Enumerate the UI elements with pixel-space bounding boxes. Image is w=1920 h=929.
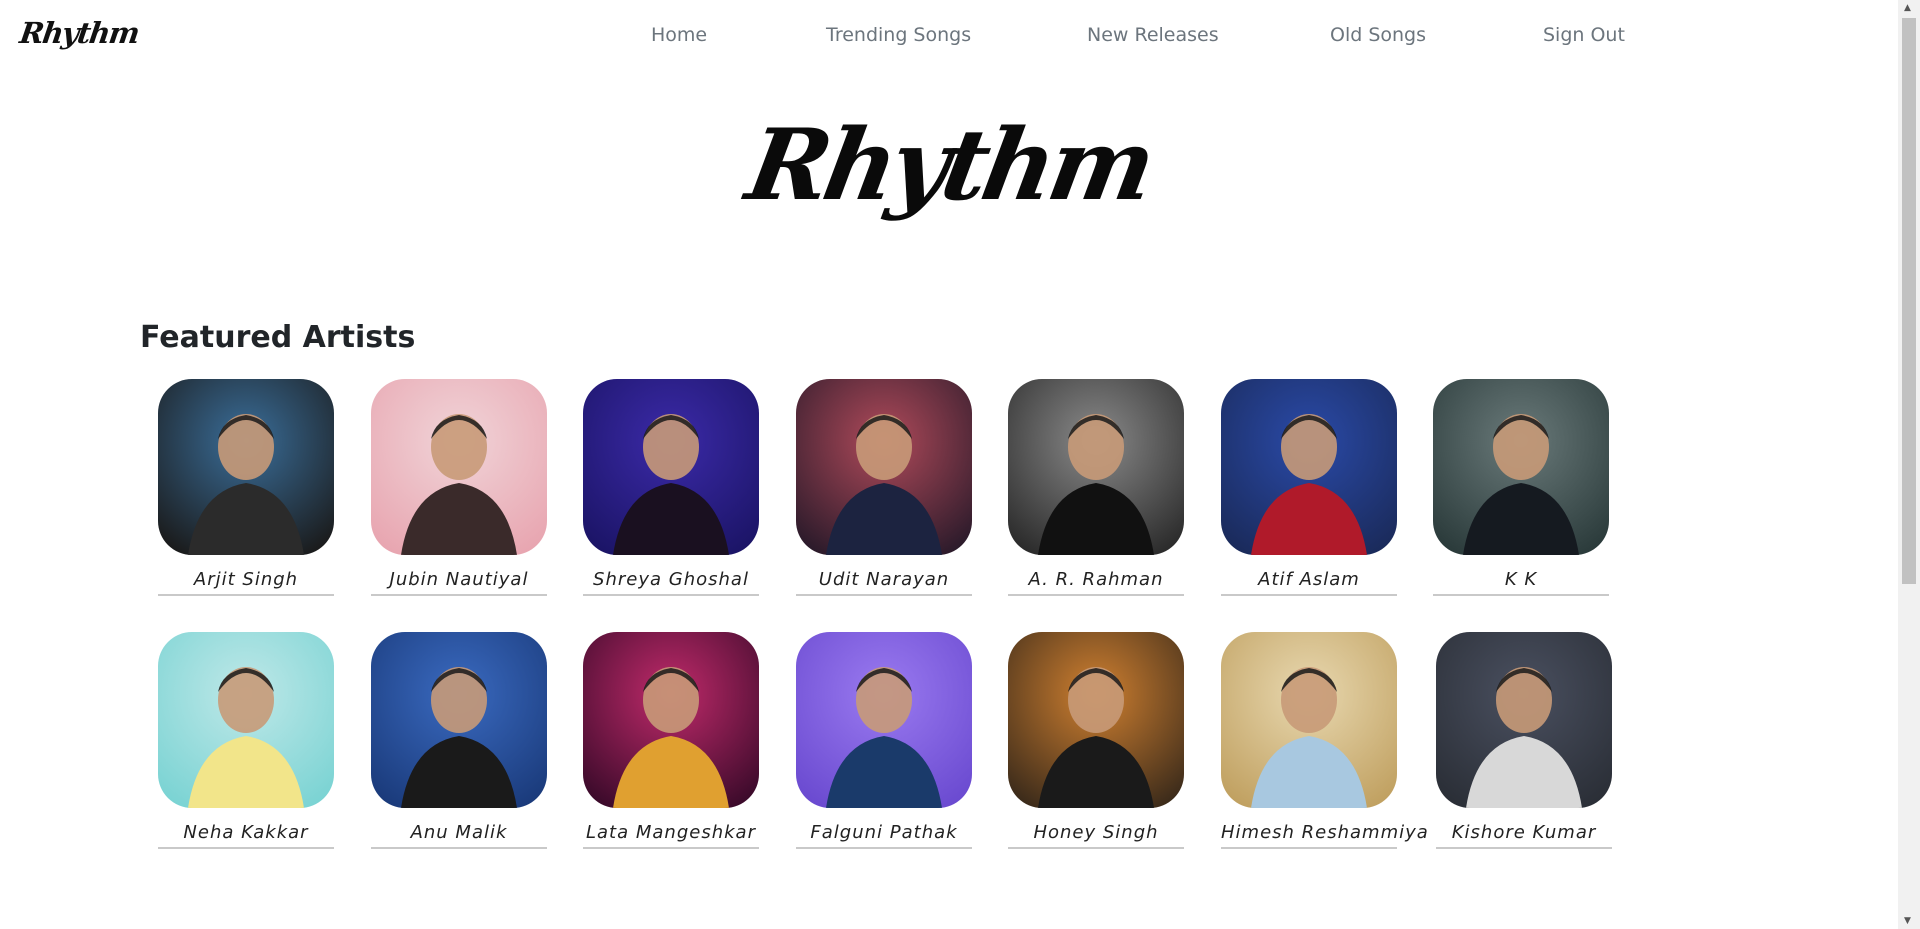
artist-name[interactable]: Himesh Reshammiya (1221, 822, 1428, 849)
artist-card[interactable]: Atif Aslam (1221, 379, 1397, 596)
artist-name[interactable]: Udit Narayan (796, 569, 972, 596)
artist-photo[interactable] (583, 379, 759, 555)
artist-card[interactable]: Honey Singh (1008, 632, 1184, 849)
artist-card[interactable]: Lata Mangeshkar (583, 632, 759, 849)
artist-photo[interactable] (1221, 632, 1397, 808)
artist-card[interactable]: K K (1433, 379, 1609, 596)
artist-photo[interactable] (371, 379, 547, 555)
artist-name[interactable]: Anu Malik (371, 822, 547, 849)
artist-card[interactable]: Udit Narayan (796, 379, 972, 596)
artist-name[interactable]: Honey Singh (1008, 822, 1184, 849)
artist-card[interactable]: Kishore Kumar (1436, 632, 1612, 849)
artist-name[interactable]: K K (1433, 569, 1609, 596)
artist-name[interactable]: Shreya Ghoshal (583, 569, 759, 596)
artist-photo[interactable] (158, 632, 334, 808)
artist-name[interactable]: Atif Aslam (1221, 569, 1397, 596)
artist-card[interactable]: Anu Malik (371, 632, 547, 849)
artist-card[interactable]: Shreya Ghoshal (583, 379, 759, 596)
artist-name[interactable]: Neha Kakkar (158, 822, 334, 849)
artist-card[interactable]: Arjit Singh (158, 379, 334, 596)
scrollbar-thumb[interactable] (1902, 18, 1916, 584)
artist-photo[interactable] (158, 379, 334, 555)
artist-card[interactable]: Neha Kakkar (158, 632, 334, 849)
artist-photo[interactable] (1008, 379, 1184, 555)
artist-photo[interactable] (1221, 379, 1397, 555)
artist-photo[interactable] (371, 632, 547, 808)
artist-name[interactable]: Falguni Pathak (796, 822, 972, 849)
artist-grid: Arjit Singh Jubin Nautiyal Shreya Ghoshal U… (0, 0, 1898, 929)
artist-name[interactable]: Jubin Nautiyal (371, 569, 547, 596)
artist-card[interactable]: A. R. Rahman (1008, 379, 1184, 596)
scroll-up-arrow-icon[interactable]: ▲ (1904, 3, 1911, 13)
artist-photo[interactable] (583, 632, 759, 808)
artist-photo[interactable] (1008, 632, 1184, 808)
artist-name[interactable]: Arjit Singh (158, 569, 334, 596)
artist-name[interactable]: Lata Mangeshkar (583, 822, 759, 849)
page-scrollbar[interactable]: ▲ ▼ (1898, 0, 1920, 929)
artist-card[interactable]: Himesh Reshammiya (1221, 632, 1428, 849)
artist-card[interactable]: Jubin Nautiyal (371, 379, 547, 596)
artist-photo[interactable] (796, 379, 972, 555)
artist-card[interactable]: Falguni Pathak (796, 632, 972, 849)
artist-name[interactable]: A. R. Rahman (1008, 569, 1184, 596)
artist-photo[interactable] (796, 632, 972, 808)
artist-photo[interactable] (1433, 379, 1609, 555)
artist-photo[interactable] (1436, 632, 1612, 808)
scroll-down-arrow-icon[interactable]: ▼ (1904, 916, 1911, 926)
artist-name[interactable]: Kishore Kumar (1436, 822, 1612, 849)
